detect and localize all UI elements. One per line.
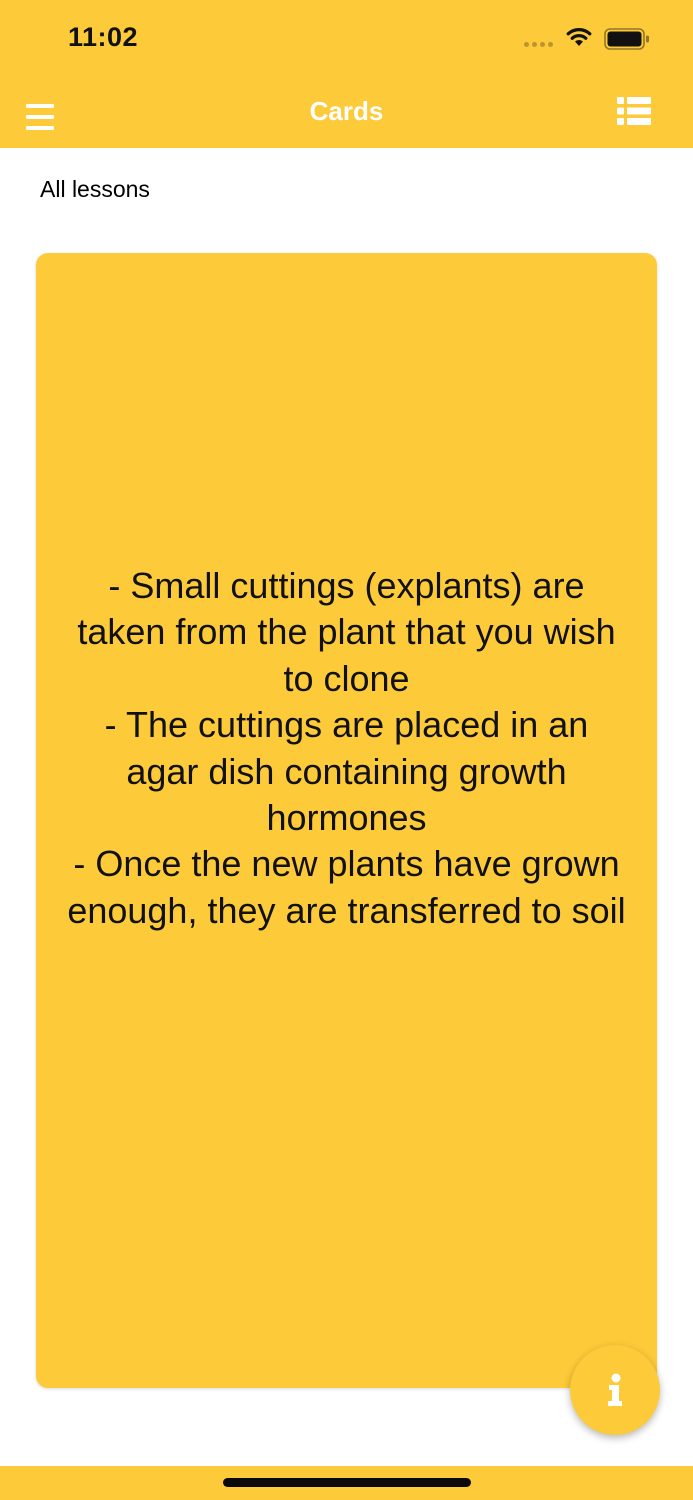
flashcard-line: hormones <box>266 796 427 838</box>
status-time: 11:02 <box>68 22 139 52</box>
flashcard-line: enough, they are transferred to soil <box>67 889 626 931</box>
list-view-icon <box>617 97 651 125</box>
flashcard-line: taken from the plant that you wish <box>77 611 616 653</box>
flashcard-line: agar dish containing growth <box>126 750 567 792</box>
home-indicator[interactable] <box>223 1478 471 1487</box>
battery-icon <box>604 28 649 50</box>
flashcard-line: - The cuttings are placed in an <box>104 704 589 746</box>
info-icon <box>608 1373 622 1406</box>
flashcard-text: - Small cuttings (explants) are taken fr… <box>47 563 647 934</box>
lesson-filter-label[interactable]: All lessons <box>40 176 150 203</box>
flashcard-line: - Once the new plants have grown <box>73 843 620 885</box>
page-title: Cards <box>309 96 384 126</box>
app-header: 11:02 Cards <box>0 0 693 148</box>
flashcard[interactable]: - Small cuttings (explants) are taken fr… <box>36 253 657 1388</box>
wifi-icon <box>566 28 592 46</box>
flashcard-line: to clone <box>283 657 410 699</box>
cellular-signal-icon <box>524 42 556 48</box>
flashcard-line: - Small cuttings (explants) are <box>108 564 585 606</box>
info-button[interactable] <box>570 1345 660 1435</box>
cards-screen: 11:02 Cards All lessons - Small cuttings… <box>0 0 693 1500</box>
list-view-button[interactable] <box>617 97 651 125</box>
